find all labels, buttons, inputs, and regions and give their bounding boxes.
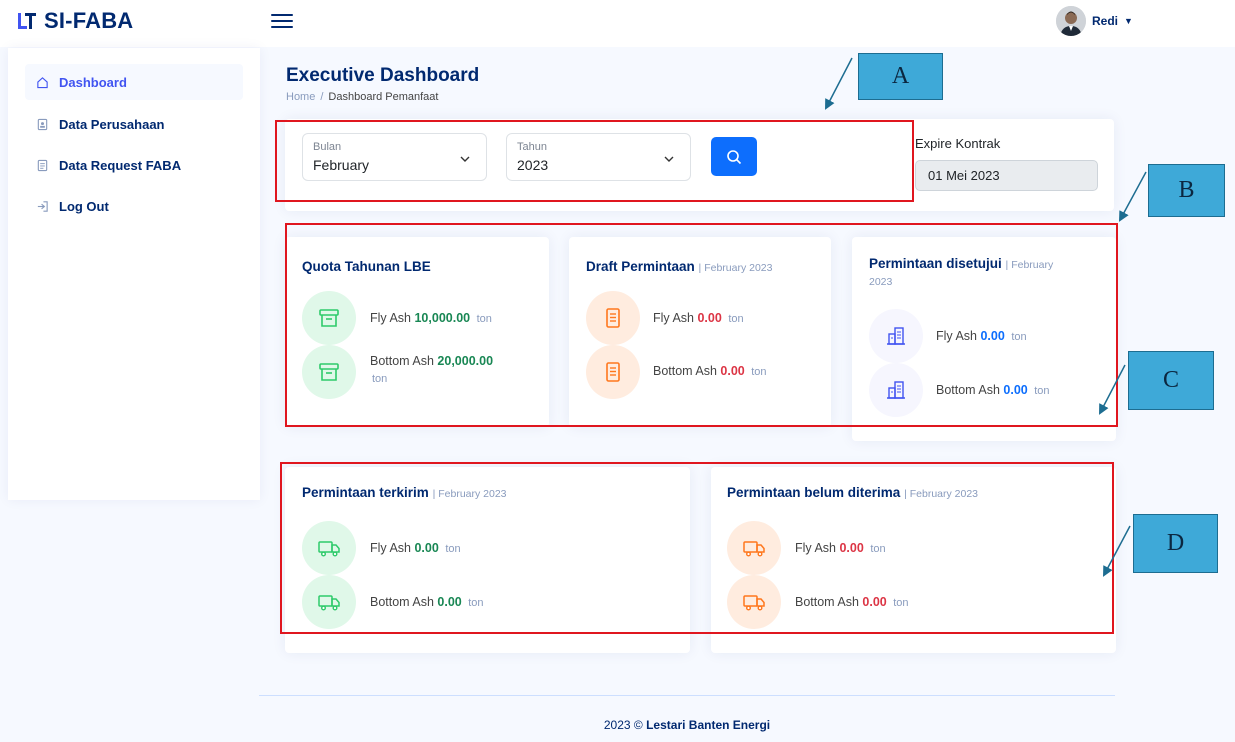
footer-year: 2023 © xyxy=(603,718,643,732)
file-text-icon xyxy=(606,362,620,382)
sidebar: Dashboard Data Perusahaan Data Request F… xyxy=(8,48,260,500)
quota-bottom-ash: Bottom Ash 20,000.00 xyxy=(370,354,494,368)
logo[interactable]: SI-FABA xyxy=(16,8,133,34)
not-received-fly-icon-circle xyxy=(727,521,781,575)
approved-card-title: Permintaan disetujui | February xyxy=(869,256,1054,271)
chevron-down-icon: ▼ xyxy=(1124,16,1133,26)
page-title: Executive Dashboard xyxy=(286,65,480,86)
expire-contract-label: Expire Kontrak xyxy=(915,136,1001,151)
quota-fly-ash: Fly Ash 10,000.00 ton xyxy=(370,311,492,325)
year-select[interactable]: Tahun 2023 xyxy=(506,133,691,181)
profile-name: Redi xyxy=(1092,14,1119,28)
month-select-label: Bulan xyxy=(313,141,342,153)
draft-fly-ash: Fly Ash 0.00 ton xyxy=(653,311,744,325)
not-received-bottom-ash: Bottom Ash 0.00 ton xyxy=(795,595,909,609)
quota-card-title: Quota Tahunan LBE xyxy=(302,259,431,274)
avatar xyxy=(1056,6,1086,36)
annotation-label-d: D xyxy=(1133,514,1218,573)
sidebar-item-label: Dashboard xyxy=(59,74,127,90)
profile-dropdown[interactable]: Redi ▼ xyxy=(1056,6,1133,36)
not-received-fly-ash: Fly Ash 0.00 ton xyxy=(795,541,886,555)
menu-toggle-icon[interactable] xyxy=(271,10,293,32)
chevron-down-icon xyxy=(664,156,674,162)
archive-icon xyxy=(319,309,339,327)
quota-fly-icon-circle xyxy=(302,291,356,345)
month-select[interactable]: Bulan February xyxy=(302,133,487,181)
annotation-label-b: B xyxy=(1148,164,1225,217)
top-header: SI-FABA Redi ▼ xyxy=(0,0,1235,47)
annotation-label-c: C xyxy=(1128,351,1214,410)
footer: 2023 © Lestari Banten Energi xyxy=(259,718,1115,732)
footer-divider xyxy=(259,695,1115,696)
not-received-bottom-icon-circle xyxy=(727,575,781,629)
approved-fly-icon-circle xyxy=(869,309,923,363)
year-select-value: 2023 xyxy=(517,157,549,173)
quota-bottom-unit: ton xyxy=(372,373,388,385)
sidebar-item-dashboard[interactable]: Dashboard xyxy=(25,64,243,100)
home-icon xyxy=(35,75,49,89)
not-received-card-title: Permintaan belum diterima | February 202… xyxy=(727,485,979,500)
sent-bottom-icon-circle xyxy=(302,575,356,629)
sidebar-item-label: Log Out xyxy=(59,198,109,214)
sidebar-item-data-perusahaan[interactable]: Data Perusahaan xyxy=(25,106,243,142)
truck-icon xyxy=(318,541,340,557)
approved-bottom-ash: Bottom Ash 0.00 ton xyxy=(936,383,1050,397)
footer-company: Lestari Banten Energi xyxy=(646,718,771,732)
draft-card-title: Draft Permintaan | February 2023 xyxy=(586,259,773,274)
sidebar-item-log-out[interactable]: Log Out xyxy=(25,188,243,224)
sent-card-title: Permintaan terkirim | February 2023 xyxy=(302,485,507,500)
building-icon xyxy=(887,381,905,399)
logout-icon xyxy=(35,199,49,213)
file-text-icon xyxy=(606,308,620,328)
sidebar-item-data-request-faba[interactable]: Data Request FABA xyxy=(25,147,243,183)
approved-card-subtitle-year: 2023 xyxy=(869,276,893,288)
annotation-label-a: A xyxy=(858,53,943,100)
quota-bottom-icon-circle xyxy=(302,345,356,399)
truck-icon xyxy=(743,595,765,611)
truck-icon xyxy=(318,595,340,611)
approved-fly-ash: Fly Ash 0.00 ton xyxy=(936,329,1027,343)
sent-bottom-ash: Bottom Ash 0.00 ton xyxy=(370,595,484,609)
breadcrumb-separator: / xyxy=(320,91,324,103)
id-card-icon xyxy=(35,117,49,131)
sent-fly-ash: Fly Ash 0.00 ton xyxy=(370,541,461,555)
breadcrumb: Home / Dashboard Pemanfaat xyxy=(286,91,438,103)
search-button[interactable] xyxy=(711,137,757,176)
month-select-value: February xyxy=(313,157,370,173)
logo-icon xyxy=(18,13,36,29)
draft-bottom-ash: Bottom Ash 0.00 ton xyxy=(653,364,767,378)
approved-bottom-icon-circle xyxy=(869,363,923,417)
year-select-label: Tahun xyxy=(517,141,547,153)
search-icon xyxy=(727,149,742,164)
draft-bottom-icon-circle xyxy=(586,345,640,399)
document-icon xyxy=(35,158,49,172)
breadcrumb-home[interactable]: Home xyxy=(286,91,315,103)
sidebar-item-label: Data Perusahaan xyxy=(59,116,165,132)
sidebar-item-label: Data Request FABA xyxy=(59,157,182,173)
breadcrumb-current: Dashboard Pemanfaat xyxy=(328,91,439,103)
archive-icon xyxy=(319,363,339,381)
draft-fly-icon-circle xyxy=(586,291,640,345)
chevron-down-icon xyxy=(460,156,470,162)
building-icon xyxy=(887,327,905,345)
expire-contract-field: 01 Mei 2023 xyxy=(915,160,1098,191)
logo-text: SI-FABA xyxy=(44,8,134,33)
sent-fly-icon-circle xyxy=(302,521,356,575)
truck-icon xyxy=(743,541,765,557)
